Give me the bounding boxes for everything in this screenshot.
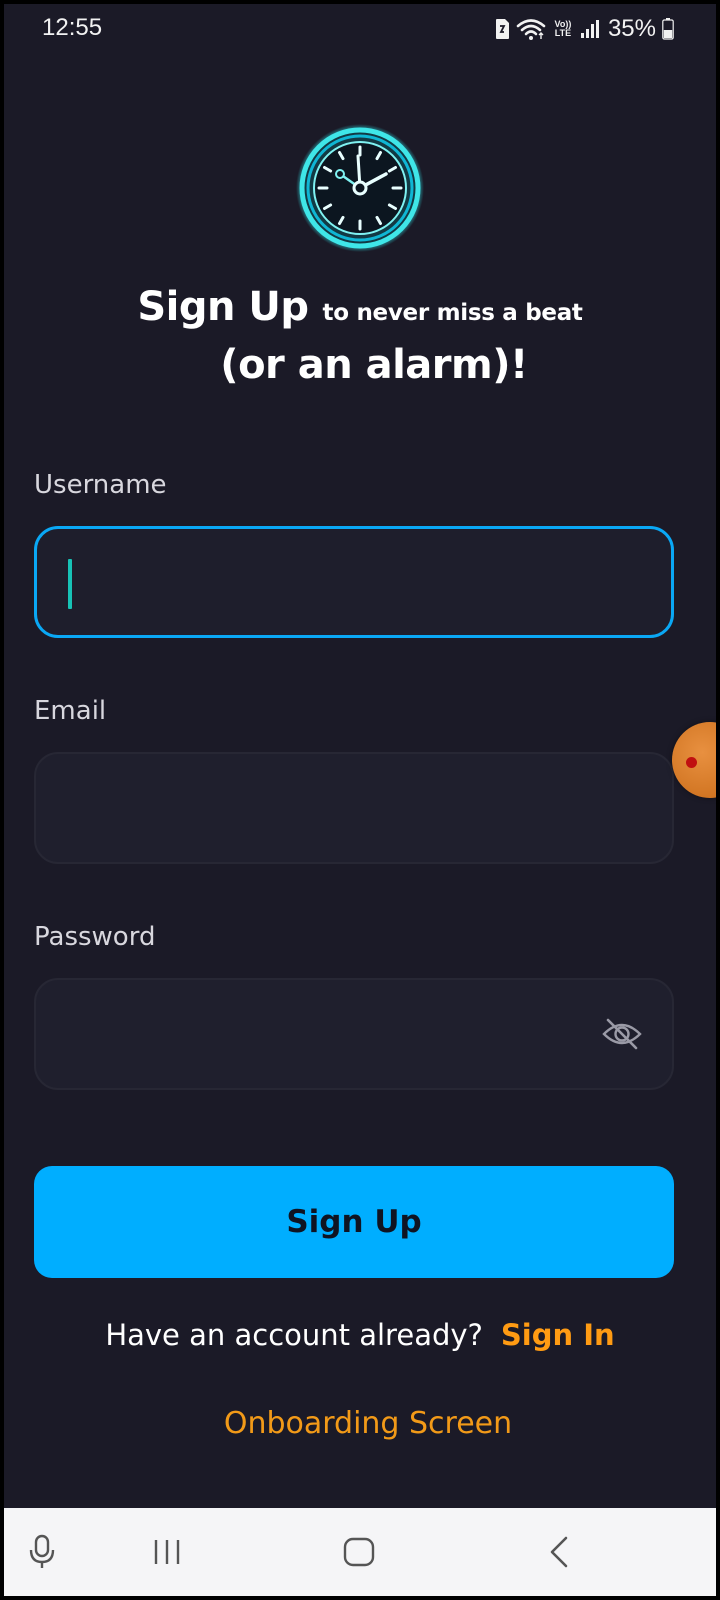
battery-percent: 35% [607, 15, 656, 42]
account-prompt: Have an account already? [105, 1318, 483, 1352]
signal-icon [580, 19, 600, 39]
email-field[interactable] [34, 752, 674, 864]
headline: Sign Up to never miss a beat [4, 284, 716, 330]
username-field[interactable] [34, 526, 674, 638]
headline-line2: (or an alarm)! [220, 342, 528, 388]
username-label: Username [34, 470, 167, 500]
headline-main: Sign Up [137, 284, 309, 330]
clock-icon [294, 122, 426, 254]
sim-card-icon [494, 18, 510, 40]
text-caret [68, 559, 72, 609]
signin-link[interactable]: Sign In [501, 1318, 615, 1352]
headline-sub: to never miss a beat [322, 300, 583, 326]
signup-button[interactable]: Sign Up [34, 1166, 674, 1278]
status-icons: Vo)) LTE 35% [494, 14, 674, 44]
eye-off-icon[interactable] [602, 1018, 642, 1054]
floating-bubble[interactable] [672, 722, 716, 798]
onboarding-link[interactable]: Onboarding Screen [4, 1406, 716, 1441]
account-prompt-row: Have an account already? Sign In [4, 1318, 716, 1352]
back-icon[interactable] [524, 1508, 594, 1596]
battery-icon [662, 18, 674, 40]
signup-screen: 12:55 Vo)) LTE 35% Sign Up to never miss… [4, 4, 716, 1596]
wifi-icon [516, 17, 546, 41]
status-bar: 12:55 Vo)) LTE 35% [4, 4, 716, 54]
record-dot-icon [686, 757, 697, 768]
volte-icon: Vo)) LTE [554, 19, 572, 38]
password-field[interactable] [34, 978, 674, 1090]
recent-apps-icon[interactable] [132, 1508, 202, 1596]
home-icon[interactable] [324, 1508, 394, 1596]
password-label: Password [34, 922, 156, 952]
navigation-bar [4, 1508, 716, 1596]
email-label: Email [34, 696, 107, 726]
status-time: 12:55 [42, 14, 103, 41]
microphone-icon[interactable] [22, 1508, 62, 1596]
